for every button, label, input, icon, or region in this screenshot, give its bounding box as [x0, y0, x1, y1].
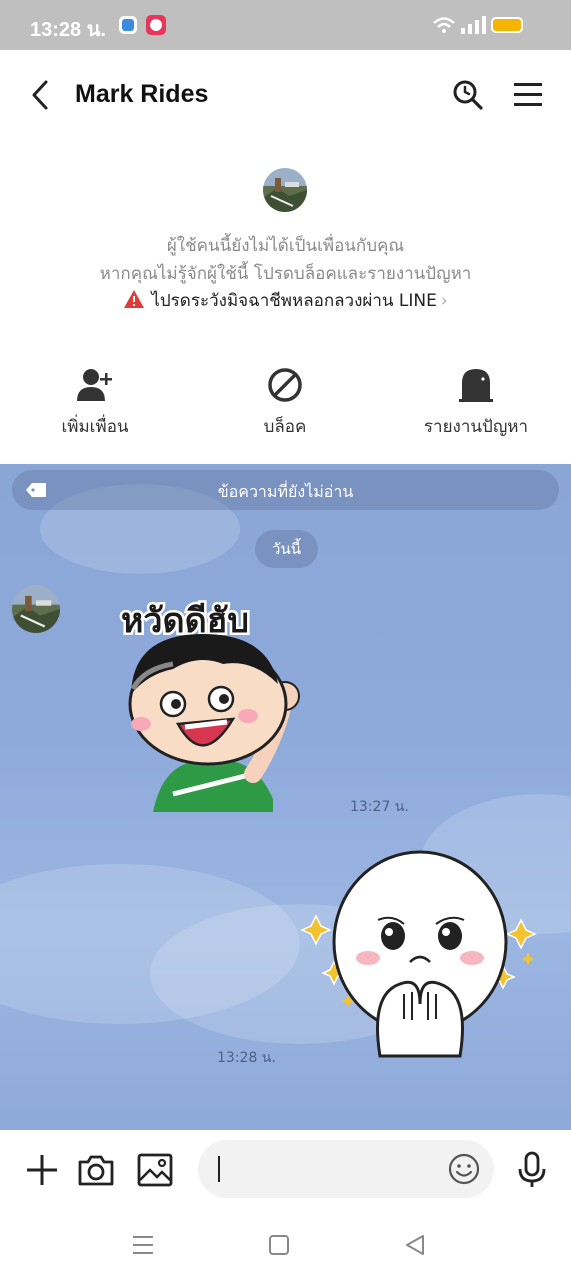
block-icon — [268, 368, 302, 402]
chat-area[interactable]: ข้อความที่ยังไม่อ่าน วันนี้ หวัดดีฮับ 13… — [0, 464, 571, 1130]
not-friend-notice: ผู้ใช้คนนี้ยังไม่ได้เป็นเพื่อนกับคุณ — [166, 236, 405, 256]
chat-title: Mark Rides — [75, 80, 209, 108]
received-sticker[interactable]: หวัดดีฮับ — [103, 594, 328, 814]
back-nav-icon[interactable] — [403, 1232, 429, 1258]
mic-icon[interactable] — [512, 1150, 552, 1190]
unread-messages-bar: ข้อความที่ยังไม่อ่าน — [12, 470, 559, 510]
message-time: 13:28 น. — [217, 1050, 276, 1066]
wifi-icon — [433, 17, 455, 33]
avatar[interactable] — [263, 168, 307, 212]
text-caret — [218, 1156, 220, 1182]
menu-icon[interactable] — [513, 80, 543, 110]
report-icon — [459, 369, 493, 402]
sent-sticker[interactable] — [300, 844, 540, 1064]
block-label: บล็อค — [263, 417, 307, 437]
home-icon[interactable] — [266, 1232, 292, 1258]
add-friend-icon — [77, 369, 112, 401]
block-button[interactable]: บล็อค — [205, 365, 365, 440]
status-bar: 13:28 น. — [0, 0, 571, 50]
warning-icon — [124, 290, 145, 308]
app-icon-pink — [146, 15, 166, 35]
app-icon-blue — [119, 16, 137, 34]
message-input[interactable] — [198, 1140, 494, 1198]
block-suggestion-text: หากคุณไม่รู้จักผู้ใช้นี้ โปรดบล็อคและราย… — [99, 264, 472, 284]
scam-warning-link[interactable]: ไปรดระวังมิจฉาชีพหลอกลวงผ่าน LINE › — [0, 287, 571, 314]
profile-section: ผู้ใช้คนนี้ยังไม่ได้เป็นเพื่อนกับคุณ หาก… — [0, 140, 571, 465]
system-nav-bar — [0, 1210, 571, 1280]
image-icon[interactable] — [135, 1150, 175, 1190]
chat-header: Mark Rides — [0, 50, 571, 140]
signal-icon — [461, 16, 486, 34]
battery-icon — [491, 17, 523, 33]
scam-warning-text: ไปรดระวังมิจฉาชีพหลอกลวงผ่าน LINE — [151, 291, 437, 311]
plus-icon[interactable] — [22, 1150, 62, 1190]
recent-apps-icon[interactable] — [130, 1232, 156, 1258]
add-friend-label: เพิ่มเพื่อน — [61, 417, 129, 437]
message-time: 13:27 น. — [350, 799, 409, 815]
report-button[interactable]: รายงานปัญหา — [396, 365, 556, 440]
search-icon[interactable] — [451, 78, 485, 112]
message-input-bar — [0, 1130, 571, 1210]
status-time: 13:28 น. — [30, 19, 106, 41]
add-friend-button[interactable]: เพิ่มเพื่อน — [15, 365, 175, 440]
back-icon[interactable] — [26, 78, 56, 112]
sticker-caption: หวัดดีฮับ — [121, 601, 249, 641]
emoji-icon[interactable] — [448, 1153, 480, 1185]
camera-icon[interactable] — [76, 1150, 116, 1190]
sender-avatar[interactable] — [12, 585, 60, 633]
date-separator: วันนี้ — [255, 530, 318, 568]
unread-label: ข้อความที่ยังไม่อ่าน — [217, 482, 354, 501]
report-label: รายงานปัญหา — [423, 417, 529, 437]
chevron-right-icon: › — [440, 291, 448, 311]
